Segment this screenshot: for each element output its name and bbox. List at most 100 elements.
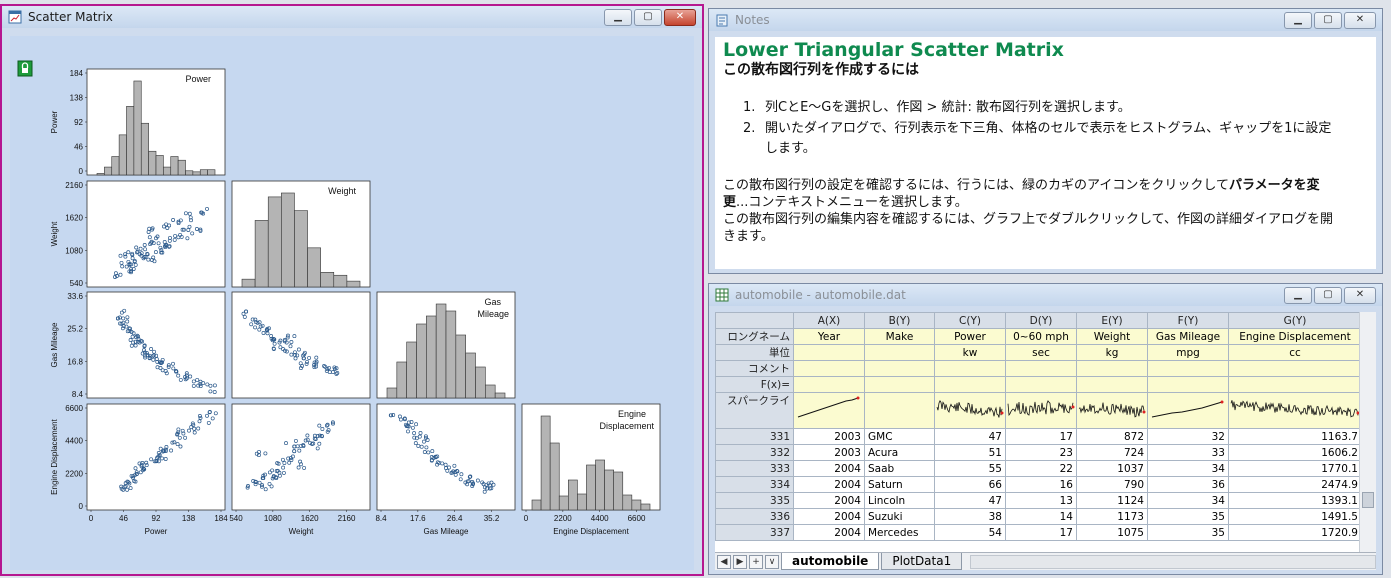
table-cell[interactable]: 54	[934, 524, 1006, 541]
meta-cell[interactable]	[1076, 376, 1148, 393]
table-row[interactable]: 334 2004 Saturn 66 16 790 36 2474.9	[715, 476, 1362, 493]
table-cell[interactable]: 35	[1147, 524, 1229, 541]
table-cell[interactable]: 2004	[793, 460, 865, 477]
meta-cell[interactable]: Year	[793, 328, 865, 345]
workbook-window-titlebar[interactable]: automobile - automobile.dat ▁ ▢ ✕	[709, 284, 1382, 306]
table-cell[interactable]: 2474.9	[1228, 476, 1362, 493]
table-row[interactable]: 335 2004 Lincoln 47 13 1124 34 1393.1	[715, 492, 1362, 509]
close-button[interactable]: ✕	[1344, 286, 1376, 304]
table-cell[interactable]: 38	[934, 508, 1006, 525]
table-cell[interactable]: 1393.1	[1228, 492, 1362, 509]
table-cell[interactable]: 47	[934, 428, 1006, 445]
table-cell[interactable]: Lincoln	[864, 492, 935, 509]
add-sheet-button[interactable]: +	[749, 554, 763, 569]
meta-cell[interactable]: Make	[864, 328, 935, 345]
column-header[interactable]: B(Y)	[864, 312, 935, 329]
table-cell[interactable]: 2004	[793, 524, 865, 541]
maximize-button[interactable]: ▢	[1314, 11, 1342, 29]
scatter-matrix-window[interactable]: Scatter Matrix ▁ ▢ ✕ Power Weight Gas Milea…	[0, 4, 704, 576]
sparkline-cell[interactable]	[934, 392, 1006, 429]
table-cell[interactable]: 22	[1005, 460, 1077, 477]
row-index[interactable]: 334	[715, 476, 794, 493]
maximize-button[interactable]: ▢	[1314, 286, 1342, 304]
table-row[interactable]: 336 2004 Suzuki 38 14 1173 35 1491.5	[715, 508, 1362, 525]
column-header[interactable]: G(Y)	[1228, 312, 1362, 329]
table-cell[interactable]: 32	[1147, 428, 1229, 445]
meta-cell[interactable]	[864, 344, 935, 361]
close-button[interactable]: ✕	[1344, 11, 1376, 29]
notes-window[interactable]: Notes ▁ ▢ ✕ Lower Triangular Scatter Mat…	[708, 8, 1383, 274]
table-cell[interactable]: 17	[1005, 524, 1077, 541]
row-index[interactable]: 331	[715, 428, 794, 445]
sheet-tab-plotdata1[interactable]: PlotData1	[881, 553, 963, 570]
meta-cell[interactable]	[793, 344, 865, 361]
meta-cell[interactable]: Gas Mileage	[1147, 328, 1229, 345]
meta-cell[interactable]: cc	[1228, 344, 1362, 361]
row-index[interactable]: 336	[715, 508, 794, 525]
meta-cell[interactable]: Engine Displacement	[1228, 328, 1362, 345]
meta-cell[interactable]: kg	[1076, 344, 1148, 361]
meta-cell[interactable]	[1076, 360, 1148, 377]
table-cell[interactable]: 2004	[793, 508, 865, 525]
minimize-button[interactable]: ▁	[1284, 11, 1312, 29]
table-cell[interactable]: 1075	[1076, 524, 1148, 541]
next-sheet-button[interactable]: ▶	[733, 554, 747, 569]
table-cell[interactable]: 34	[1147, 460, 1229, 477]
table-cell[interactable]: 35	[1147, 508, 1229, 525]
table-cell[interactable]: 66	[934, 476, 1006, 493]
meta-cell[interactable]	[934, 360, 1006, 377]
table-cell[interactable]: 2004	[793, 492, 865, 509]
meta-cell[interactable]	[1005, 360, 1077, 377]
table-cell[interactable]: 790	[1076, 476, 1148, 493]
table-cell[interactable]: 1124	[1076, 492, 1148, 509]
sparkline-cell[interactable]	[793, 392, 865, 429]
table-cell[interactable]: 2003	[793, 428, 865, 445]
minimize-button[interactable]: ▁	[604, 8, 632, 26]
table-cell[interactable]: Saab	[864, 460, 935, 477]
table-cell[interactable]: 2003	[793, 444, 865, 461]
meta-cell[interactable]: 0~60 mph	[1005, 328, 1077, 345]
meta-cell[interactable]	[864, 376, 935, 393]
row-label[interactable]: 単位	[715, 344, 794, 361]
table-cell[interactable]: Mercedes	[864, 524, 935, 541]
meta-cell[interactable]: Weight	[1076, 328, 1148, 345]
column-header[interactable]: A(X)	[793, 312, 865, 329]
meta-cell[interactable]: kw	[934, 344, 1006, 361]
table-cell[interactable]: 34	[1147, 492, 1229, 509]
meta-cell[interactable]	[1228, 376, 1362, 393]
row-label[interactable]: ロングネーム	[715, 328, 794, 345]
scrollbar-thumb[interactable]	[1362, 492, 1374, 508]
table-cell[interactable]: 14	[1005, 508, 1077, 525]
scatter-window-titlebar[interactable]: Scatter Matrix ▁ ▢ ✕	[2, 6, 702, 28]
table-cell[interactable]: 1491.5	[1228, 508, 1362, 525]
workbook-window[interactable]: automobile - automobile.dat ▁ ▢ ✕ A(X) B…	[708, 283, 1383, 575]
row-index[interactable]: 332	[715, 444, 794, 461]
table-cell[interactable]: 872	[1076, 428, 1148, 445]
column-header[interactable]: C(Y)	[934, 312, 1006, 329]
row-label[interactable]: スパークライ	[715, 392, 794, 429]
row-label[interactable]: コメント	[715, 360, 794, 377]
horizontal-scrollbar[interactable]	[970, 554, 1376, 569]
row-label[interactable]: F(x)=	[715, 376, 794, 393]
corner-cell[interactable]	[715, 312, 794, 329]
table-cell[interactable]: 47	[934, 492, 1006, 509]
meta-cell[interactable]	[1005, 376, 1077, 393]
meta-cell[interactable]: Power	[934, 328, 1006, 345]
table-row[interactable]: 337 2004 Mercedes 54 17 1075 35 1720.9	[715, 524, 1362, 541]
table-cell[interactable]: 1770.1	[1228, 460, 1362, 477]
meta-cell[interactable]	[1228, 360, 1362, 377]
table-cell[interactable]: 1173	[1076, 508, 1148, 525]
sparkline-cell[interactable]	[1005, 392, 1077, 429]
table-cell[interactable]: 1720.9	[1228, 524, 1362, 541]
table-cell[interactable]: 16	[1005, 476, 1077, 493]
table-cell[interactable]: 13	[1005, 492, 1077, 509]
sheet-menu-button[interactable]: ∨	[765, 554, 779, 569]
table-cell[interactable]: 17	[1005, 428, 1077, 445]
worksheet-area[interactable]: A(X) B(Y) C(Y) D(Y) E(Y) F(Y) G(Y) ロングネー…	[715, 312, 1376, 570]
vertical-scrollbar[interactable]	[1359, 312, 1376, 552]
meta-cell[interactable]	[793, 376, 865, 393]
table-cell[interactable]: 51	[934, 444, 1006, 461]
sparkline-cell[interactable]	[1228, 392, 1362, 429]
green-lock-icon[interactable]	[17, 60, 33, 77]
column-header[interactable]: F(Y)	[1147, 312, 1229, 329]
